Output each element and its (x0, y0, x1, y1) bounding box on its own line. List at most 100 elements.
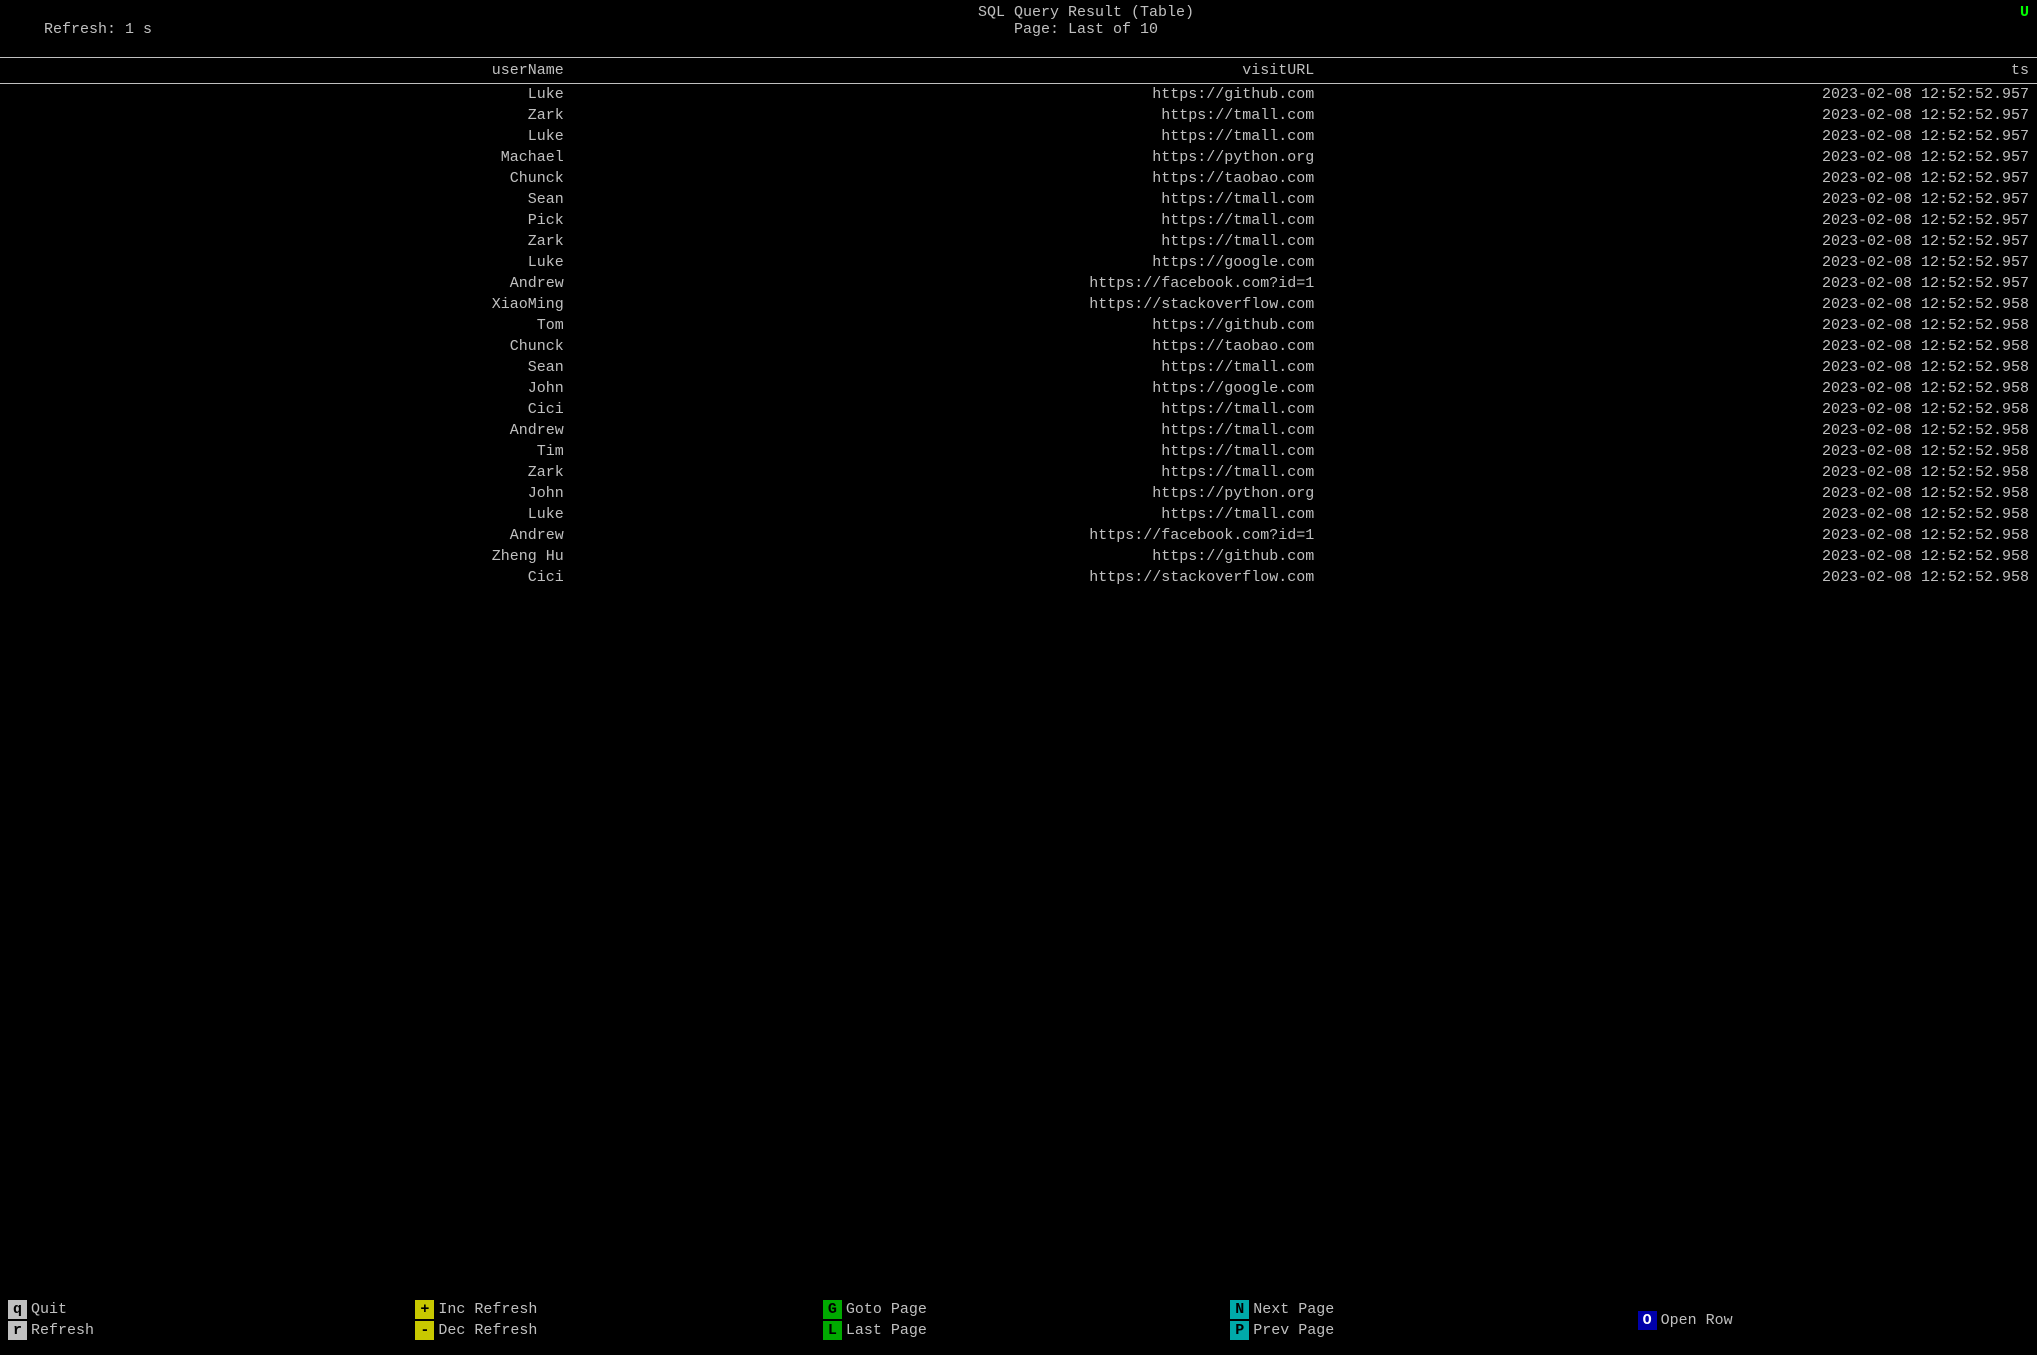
table-row[interactable]: Chunckhttps://taobao.com2023-02-08 12:52… (0, 168, 2037, 189)
table-row[interactable]: Johnhttps://google.com2023-02-08 12:52:5… (0, 378, 2037, 399)
table-row[interactable]: Andrewhttps://facebook.com?id=12023-02-0… (0, 273, 2037, 294)
cell-visiturl: https://google.com (572, 378, 1322, 399)
table-row[interactable]: Lukehttps://tmall.com2023-02-08 12:52:52… (0, 504, 2037, 525)
table-row[interactable]: Lukehttps://github.com2023-02-08 12:52:5… (0, 84, 2037, 106)
cell-ts: 2023-02-08 12:52:52.958 (1322, 546, 2037, 567)
cell-ts: 2023-02-08 12:52:52.957 (1322, 105, 2037, 126)
table-row[interactable]: Zarkhttps://tmall.com2023-02-08 12:52:52… (0, 105, 2037, 126)
cell-username: Zheng Hu (0, 546, 572, 567)
goto-page-label: Goto Page (846, 1301, 927, 1318)
cell-ts: 2023-02-08 12:52:52.958 (1322, 294, 2037, 315)
cell-ts: 2023-02-08 12:52:52.958 (1322, 462, 2037, 483)
footer-item-quit[interactable]: q Quit (8, 1300, 399, 1319)
cell-ts: 2023-02-08 12:52:52.958 (1322, 441, 2037, 462)
table-row[interactable]: Zarkhttps://tmall.com2023-02-08 12:52:52… (0, 231, 2037, 252)
table-container: userName visitURL ts Lukehttps://github.… (0, 58, 2037, 588)
footer-item-dec-refresh[interactable]: - Dec Refresh (415, 1321, 806, 1340)
footer: q Quit r Refresh + Inc Refresh - Dec Ref… (0, 1285, 2037, 1355)
cell-visiturl: https://github.com (572, 546, 1322, 567)
footer-item-refresh[interactable]: r Refresh (8, 1321, 399, 1340)
cell-visiturl: https://stackoverflow.com (572, 294, 1322, 315)
cell-ts: 2023-02-08 12:52:52.957 (1322, 189, 2037, 210)
table-row[interactable]: Cicihttps://tmall.com2023-02-08 12:52:52… (0, 399, 2037, 420)
cell-visiturl: https://tmall.com (572, 189, 1322, 210)
next-page-key: N (1230, 1300, 1249, 1319)
table-row[interactable]: Machaelhttps://python.org2023-02-08 12:5… (0, 147, 2037, 168)
cell-visiturl: https://tmall.com (572, 441, 1322, 462)
table-header-row: userName visitURL ts (0, 58, 2037, 84)
cell-username: Zark (0, 105, 572, 126)
table-row[interactable]: Pickhttps://tmall.com2023-02-08 12:52:52… (0, 210, 2037, 231)
table-row[interactable]: Andrewhttps://facebook.com?id=12023-02-0… (0, 525, 2037, 546)
cell-username: Sean (0, 357, 572, 378)
cell-visiturl: https://facebook.com?id=1 (572, 525, 1322, 546)
cell-username: Zark (0, 462, 572, 483)
footer-item-prev-page[interactable]: P Prev Page (1230, 1321, 1621, 1340)
open-row-label: Open Row (1661, 1312, 1733, 1329)
cell-username: Cici (0, 399, 572, 420)
table-row[interactable]: XiaoMinghttps://stackoverflow.com2023-02… (0, 294, 2037, 315)
footer-section-3: G Goto Page L Last Page (815, 1285, 1222, 1355)
cell-visiturl: https://tmall.com (572, 231, 1322, 252)
cell-username: Machael (0, 147, 572, 168)
footer-item-last-page[interactable]: L Last Page (823, 1321, 1214, 1340)
cell-visiturl: https://tmall.com (572, 105, 1322, 126)
title: SQL Query Result (Table) (152, 4, 2020, 21)
table-row[interactable]: Timhttps://tmall.com2023-02-08 12:52:52.… (0, 441, 2037, 462)
quit-label: Quit (31, 1301, 67, 1318)
header-center: SQL Query Result (Table) Page: Last of 1… (152, 4, 2020, 38)
cell-visiturl: https://tmall.com (572, 504, 1322, 525)
open-row-key: O (1638, 1311, 1657, 1330)
cell-username: Luke (0, 252, 572, 273)
column-header-username: userName (0, 58, 572, 84)
cell-ts: 2023-02-08 12:52:52.957 (1322, 210, 2037, 231)
last-page-key: L (823, 1321, 842, 1340)
cell-visiturl: https://github.com (572, 315, 1322, 336)
table-row[interactable]: Seanhttps://tmall.com2023-02-08 12:52:52… (0, 357, 2037, 378)
footer-item-inc-refresh[interactable]: + Inc Refresh (415, 1300, 806, 1319)
cell-username: Chunck (0, 336, 572, 357)
cell-ts: 2023-02-08 12:52:52.958 (1322, 504, 2037, 525)
cell-ts: 2023-02-08 12:52:52.957 (1322, 84, 2037, 106)
table-row[interactable]: Zheng Huhttps://github.com2023-02-08 12:… (0, 546, 2037, 567)
cell-ts: 2023-02-08 12:52:52.958 (1322, 399, 2037, 420)
table-row[interactable]: Cicihttps://stackoverflow.com2023-02-08 … (0, 567, 2037, 588)
cell-username: Chunck (0, 168, 572, 189)
table-row[interactable]: Andrewhttps://tmall.com2023-02-08 12:52:… (0, 420, 2037, 441)
table-row[interactable]: Lukehttps://google.com2023-02-08 12:52:5… (0, 252, 2037, 273)
table-row[interactable]: Seanhttps://tmall.com2023-02-08 12:52:52… (0, 189, 2037, 210)
footer-item-next-page[interactable]: N Next Page (1230, 1300, 1621, 1319)
cell-visiturl: https://tmall.com (572, 210, 1322, 231)
table-row[interactable]: Lukehttps://tmall.com2023-02-08 12:52:52… (0, 126, 2037, 147)
cell-username: Pick (0, 210, 572, 231)
cell-username: Luke (0, 126, 572, 147)
table-row[interactable]: Tomhttps://github.com2023-02-08 12:52:52… (0, 315, 2037, 336)
dec-refresh-label: Dec Refresh (438, 1322, 537, 1339)
refresh-key: r (8, 1321, 27, 1340)
cell-username: XiaoMing (0, 294, 572, 315)
cell-ts: 2023-02-08 12:52:52.957 (1322, 231, 2037, 252)
cell-visiturl: https://tmall.com (572, 420, 1322, 441)
table-row[interactable]: Johnhttps://python.org2023-02-08 12:52:5… (0, 483, 2037, 504)
cell-ts: 2023-02-08 12:52:52.958 (1322, 483, 2037, 504)
table-row[interactable]: Chunckhttps://taobao.com2023-02-08 12:52… (0, 336, 2037, 357)
column-header-visiturl: visitURL (572, 58, 1322, 84)
cell-username: Tom (0, 315, 572, 336)
footer-item-open-row[interactable]: O Open Row (1638, 1311, 2029, 1330)
footer-section-4: N Next Page P Prev Page (1222, 1285, 1629, 1355)
footer-item-goto-page[interactable]: G Goto Page (823, 1300, 1214, 1319)
cell-username: Cici (0, 567, 572, 588)
table-row[interactable]: Zarkhttps://tmall.com2023-02-08 12:52:52… (0, 462, 2037, 483)
header: Refresh: 1 s SQL Query Result (Table) Pa… (0, 0, 2037, 58)
cell-visiturl: https://tmall.com (572, 462, 1322, 483)
cell-visiturl: https://taobao.com (572, 168, 1322, 189)
cell-visiturl: https://google.com (572, 252, 1322, 273)
footer-section-2: + Inc Refresh - Dec Refresh (407, 1285, 814, 1355)
cell-ts: 2023-02-08 12:52:52.958 (1322, 525, 2037, 546)
prev-page-key: P (1230, 1321, 1249, 1340)
cell-ts: 2023-02-08 12:52:52.957 (1322, 273, 2037, 294)
table-body: Lukehttps://github.com2023-02-08 12:52:5… (0, 84, 2037, 589)
cell-username: Zark (0, 231, 572, 252)
cell-visiturl: https://stackoverflow.com (572, 567, 1322, 588)
next-page-label: Next Page (1253, 1301, 1334, 1318)
